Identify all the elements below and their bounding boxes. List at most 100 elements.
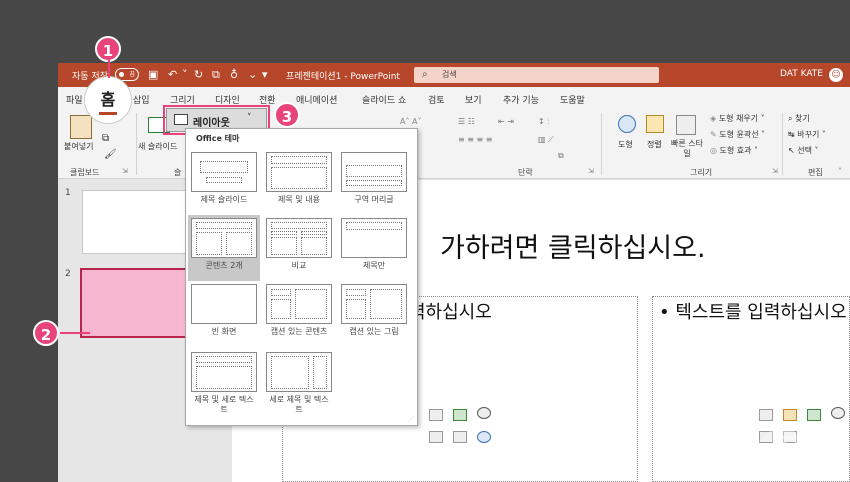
copy-icon[interactable]: ⧉ xyxy=(102,133,109,144)
shapes-button[interactable]: 도형 xyxy=(618,139,633,150)
paragraph-launcher-icon[interactable]: ⇲ xyxy=(588,167,594,175)
layout-label: 구역 머리글 xyxy=(354,195,394,204)
layout-section-header[interactable]: 구역 머리글 xyxy=(338,149,410,215)
active-tab-indicator xyxy=(99,112,117,115)
annotation-line xyxy=(60,332,90,334)
undo-dropdown-icon[interactable]: ˅ xyxy=(182,68,188,81)
smartart-icon[interactable] xyxy=(453,409,467,421)
align-icon[interactable]: ≡ ≡ ≡ ≡ xyxy=(458,135,492,144)
layout-title-slide[interactable]: 제목 슬라이드 xyxy=(188,149,260,215)
smartart-icon[interactable]: ⧉ xyxy=(558,151,564,161)
quick-styles-button[interactable]: 빠른 스타일 xyxy=(670,139,704,159)
present-icon[interactable]: ⧉ xyxy=(212,68,220,81)
shapes-icon[interactable] xyxy=(618,115,636,133)
3d-model-icon[interactable] xyxy=(831,407,845,419)
title-placeholder-text: 가하려면 클릭하십시오. xyxy=(440,233,706,264)
tab-help[interactable]: 도움말 xyxy=(560,93,585,106)
layout-label: 빈 화면 xyxy=(211,327,237,336)
layout-icon xyxy=(174,114,188,125)
annotation-badge-2: 2 xyxy=(33,320,59,346)
group-editing: 편집 xyxy=(808,168,823,177)
arrange-button[interactable]: 정렬 xyxy=(647,139,662,150)
effects-icon: ◎ xyxy=(710,146,720,155)
layout-label: 제목 및 내용 xyxy=(278,195,320,204)
columns-icon[interactable]: ▥ ⟋ xyxy=(538,135,554,145)
tab-slideshow[interactable]: 슬라이드 쇼 xyxy=(362,93,406,106)
layout-preview xyxy=(266,152,332,192)
layout-comparison[interactable]: 비교 xyxy=(263,215,335,281)
layout-label: 제목 및 세로 텍스트 xyxy=(194,395,254,414)
line-spacing-icon[interactable]: ↕ ⫶ xyxy=(538,117,549,127)
shape-outline-button[interactable]: ✎ 도형 윤곽선 ˅ xyxy=(710,129,765,140)
redo-icon[interactable]: ↻ xyxy=(194,68,203,81)
icons-icon[interactable] xyxy=(477,431,491,443)
customize-qat-icon[interactable]: ▾ xyxy=(262,68,268,81)
select-button[interactable]: ↖ 선택 ˅ xyxy=(788,145,819,156)
layout-vertical-title-text[interactable]: 세로 제목 및 텍스트 xyxy=(263,349,335,415)
save-icon[interactable]: ▣ xyxy=(148,68,158,81)
group-slides: 슬 xyxy=(174,168,182,177)
shape-fill-button[interactable]: ◈ 도형 채우기 ˅ xyxy=(710,113,765,124)
quick-styles-icon[interactable] xyxy=(676,115,696,135)
qat-dropdown-icon[interactable]: ⌄ xyxy=(248,68,257,81)
3d-model-icon[interactable] xyxy=(477,407,491,419)
layout-title-only[interactable]: 제목만 xyxy=(338,215,410,281)
group-clipboard: 클립보드 xyxy=(70,168,100,177)
font-size-icon: A˄ A˅ xyxy=(400,117,422,126)
tab-addins[interactable]: 추가 기능 xyxy=(503,93,539,106)
slide-thumbnail-1[interactable] xyxy=(82,190,192,254)
title-bar: 자동 저장 끔 ▣ ↶ ˅ ↻ ⧉ ♁ ⌄ ▾ 프레젠테이션1 - PowerP… xyxy=(58,63,850,87)
find-button[interactable]: ⌕ 찾기 xyxy=(788,113,810,124)
avatar[interactable]: ☺ xyxy=(829,68,843,82)
outline-icon: ✎ xyxy=(710,130,720,139)
replace-icon: ↹ xyxy=(788,130,798,139)
annotation-line xyxy=(108,60,110,78)
arrange-icon[interactable] xyxy=(646,115,664,133)
layout-two-content[interactable]: 콘텐츠 2개 xyxy=(188,215,260,281)
right-content-placeholder[interactable]: • 텍스트를 입력하십시오 xyxy=(652,296,850,482)
user-name[interactable]: DAT KATE xyxy=(780,69,823,79)
slide-thumbnail-2[interactable] xyxy=(80,268,192,338)
new-slide-button[interactable]: 새 슬라이드 xyxy=(138,141,177,152)
format-painter-icon[interactable]: 🖌 xyxy=(104,149,117,160)
layout-blank[interactable]: 빈 화면 xyxy=(188,281,260,347)
layout-preview xyxy=(191,352,257,392)
bullets-icon[interactable]: ☰ ☷ xyxy=(458,117,475,126)
search-input[interactable]: ⌕ 검색 xyxy=(414,67,659,83)
search-icon: ⌕ xyxy=(422,69,428,80)
layout-picture-caption[interactable]: 캡션 있는 그림 xyxy=(338,281,410,347)
tab-file[interactable]: 파일 xyxy=(66,93,83,106)
tab-insert[interactable]: 삽입 xyxy=(133,93,150,106)
layout-content-caption[interactable]: 캡션 있는 콘텐츠 xyxy=(263,281,335,347)
divider xyxy=(782,113,783,175)
picture-icon[interactable] xyxy=(429,431,443,443)
layout-preview xyxy=(341,284,407,324)
paste-icon[interactable] xyxy=(70,115,92,139)
collapse-ribbon-icon[interactable]: ˄ xyxy=(838,167,842,176)
undo-icon[interactable]: ↶ xyxy=(168,68,177,81)
document-title: 프레젠테이션1 - PowerPoint xyxy=(286,72,400,82)
layout-title-vertical-text[interactable]: 제목 및 세로 텍스트 xyxy=(188,349,260,415)
layout-label: 콘텐츠 2개 xyxy=(205,261,243,270)
tab-view[interactable]: 보기 xyxy=(465,93,482,106)
layout-preview xyxy=(191,152,257,192)
paste-button[interactable]: 붙여넣기 xyxy=(64,141,93,152)
layout-label: 캡션 있는 콘텐츠 xyxy=(270,327,328,336)
pen-icon[interactable]: ♁ xyxy=(230,68,238,81)
tab-animations[interactable]: 애니메이션 xyxy=(296,93,337,106)
clipboard-launcher-icon[interactable]: ⇲ xyxy=(122,167,128,175)
layout-title-content[interactable]: 제목 및 내용 xyxy=(263,149,335,215)
layout-label: 캡션 있는 그림 xyxy=(349,327,399,336)
video-icon[interactable] xyxy=(453,431,467,443)
resize-grip-icon[interactable]: ⋰ xyxy=(408,416,414,423)
group-drawing: 그리기 xyxy=(690,168,713,177)
table-icon[interactable] xyxy=(429,409,443,421)
tab-review[interactable]: 검토 xyxy=(428,93,445,106)
annotation-badge-3: 3 xyxy=(274,102,300,128)
drawing-launcher-icon[interactable]: ⇲ xyxy=(772,167,778,175)
group-paragraph: 단락 xyxy=(518,168,533,177)
replace-button[interactable]: ↹ 바꾸기 ˅ xyxy=(788,129,826,140)
shape-effects-button[interactable]: ◎ 도형 효과 ˅ xyxy=(710,145,758,156)
indent-icon[interactable]: ⇤ ⇥ xyxy=(498,117,514,126)
tab-home[interactable]: 홈 xyxy=(84,76,132,124)
